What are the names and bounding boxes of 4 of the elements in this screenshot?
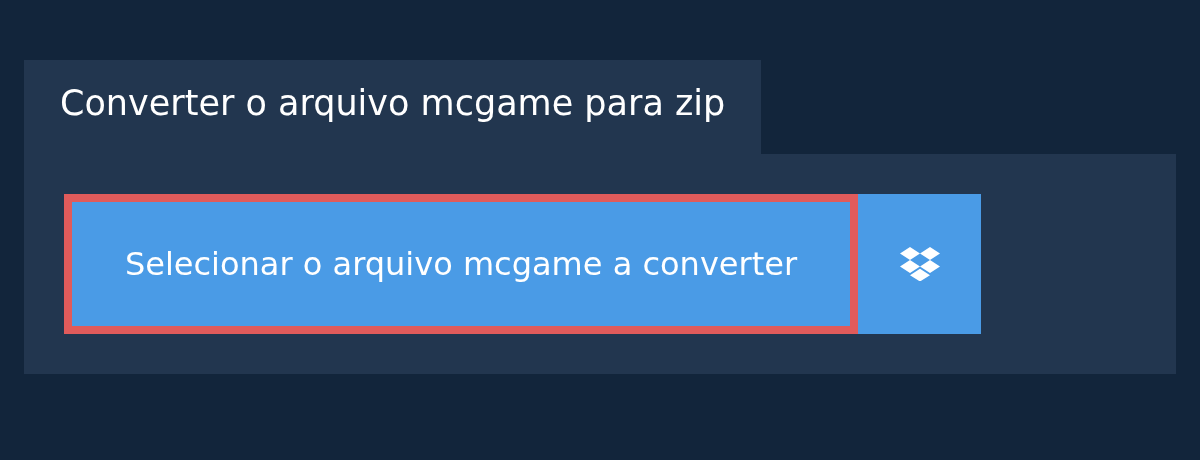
dropbox-icon [899, 247, 940, 281]
tab-title: Converter o arquivo mcgame para zip [24, 60, 762, 154]
select-file-button[interactable]: Selecionar o arquivo mcgame a converter [64, 194, 858, 334]
dropbox-button[interactable] [858, 194, 981, 334]
